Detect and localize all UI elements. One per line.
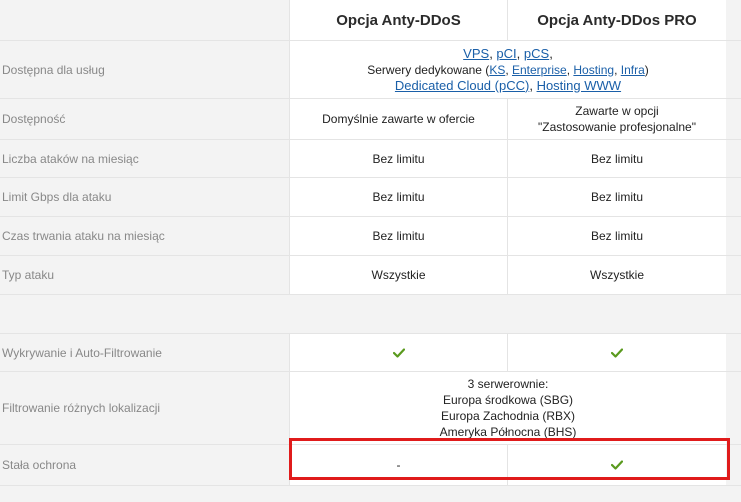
header-col-anty-ddos: Opcja Anty-DDoS: [289, 0, 507, 40]
constant-b: [507, 445, 726, 485]
detection-a: [289, 334, 507, 371]
availability-a: Domyślnie zawarte w ofercie: [289, 99, 507, 139]
table-row: Limit Gbps dla ataku Bez limitu Bez limi…: [0, 177, 741, 216]
row-label: Czas trwania ataku na miesiąc: [0, 217, 289, 255]
gbps-a: Bez limitu: [289, 178, 507, 216]
check-icon: [611, 347, 623, 358]
row-label: Liczba ataków na miesiąc: [0, 140, 289, 177]
services-cell: VPS, pCI, pCS, Serwery dedykowane (KS, E…: [289, 41, 726, 98]
attacks-b: Bez limitu: [507, 140, 726, 177]
section-spacer: [0, 294, 741, 333]
constant-a: -: [289, 445, 507, 485]
link-enterprise[interactable]: Enterprise: [512, 63, 567, 77]
detection-b: [507, 334, 726, 371]
duration-a: Bez limitu: [289, 217, 507, 255]
check-icon: [611, 460, 623, 470]
header-empty-cell: [0, 0, 289, 40]
row-label: Filtrowanie różnych lokalizacji: [0, 372, 289, 444]
table-row: Dostępność Domyślnie zawarte w ofercie Z…: [0, 98, 741, 139]
table-row: Stała ochrona -: [0, 444, 741, 485]
link-infra[interactable]: Infra: [621, 63, 645, 77]
attack-type-a: Wszystkie: [289, 256, 507, 294]
link-hosting-www[interactable]: Hosting WWW: [537, 78, 622, 93]
row-label: Dostępność: [0, 99, 289, 139]
table-row: Liczba ataków na miesiąc Bez limitu Bez …: [0, 139, 741, 177]
table-row: Czas trwania ataku na miesiąc Bez limitu…: [0, 216, 741, 255]
table-row: Wykrywanie i Auto-Filtrowanie: [0, 333, 741, 371]
gbps-b: Bez limitu: [507, 178, 726, 216]
table-row: Typ ataku Wszystkie Wszystkie: [0, 255, 741, 294]
row-label: Limit Gbps dla ataku: [0, 178, 289, 216]
link-hosting[interactable]: Hosting: [573, 63, 614, 77]
comparison-table: Opcja Anty-DDoS Opcja Anty-DDos PRO Dost…: [0, 0, 741, 502]
row-label: Dostępna dla usług: [0, 41, 289, 98]
attack-type-b: Wszystkie: [507, 256, 726, 294]
row-label: Wykrywanie i Auto-Filtrowanie: [0, 334, 289, 371]
duration-b: Bez limitu: [507, 217, 726, 255]
table-footer-spacer: [0, 485, 741, 502]
link-pcs[interactable]: pCS: [524, 46, 549, 61]
attacks-a: Bez limitu: [289, 140, 507, 177]
header-col-anty-ddos-pro: Opcja Anty-DDos PRO: [507, 0, 726, 40]
row-label: Typ ataku: [0, 256, 289, 294]
table-row: Dostępna dla usług VPS, pCI, pCS, Serwer…: [0, 40, 741, 98]
table-header: Opcja Anty-DDoS Opcja Anty-DDos PRO: [0, 0, 741, 40]
availability-b: Zawarte w opcji "Zastosowanie profesjona…: [507, 99, 726, 139]
filtering-cell: 3 serwerownie: Europa środkowa (SBG) Eur…: [289, 372, 726, 444]
check-icon: [392, 347, 405, 358]
link-pci[interactable]: pCI: [496, 46, 516, 61]
link-ks[interactable]: KS: [489, 63, 505, 77]
row-label: Stała ochrona: [0, 445, 289, 485]
table-row: Filtrowanie różnych lokalizacji 3 serwer…: [0, 371, 741, 444]
link-dedicated-cloud[interactable]: Dedicated Cloud (pCC): [395, 78, 529, 93]
link-vps[interactable]: VPS: [463, 46, 489, 61]
